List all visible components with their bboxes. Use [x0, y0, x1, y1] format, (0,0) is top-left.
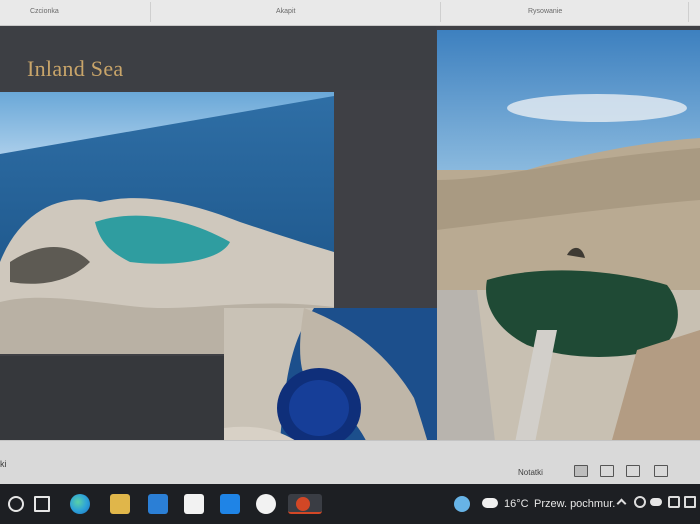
edge-icon[interactable]	[70, 494, 90, 514]
ribbon-separator	[688, 2, 689, 22]
wifi-icon[interactable]	[634, 496, 646, 508]
task-view-icon[interactable]	[34, 496, 50, 512]
powerpoint-icon	[296, 497, 310, 511]
powerpoint-taskbar-button[interactable]	[288, 494, 322, 514]
ribbon-group-paragraph[interactable]: Akapit	[276, 8, 295, 15]
amazon-icon[interactable]	[184, 494, 204, 514]
screen: Czcionka Akapit Rysowanie Inland Sea ki …	[0, 0, 700, 524]
ribbon-group-font[interactable]: Czcionka	[30, 8, 59, 15]
ribbon-separator	[440, 2, 441, 22]
display-icon[interactable]	[684, 496, 696, 508]
dropbox-icon[interactable]	[220, 494, 240, 514]
reading-view-icon[interactable]	[626, 465, 640, 477]
onedrive-cloud-icon[interactable]	[650, 498, 662, 506]
file-explorer-icon[interactable]	[110, 494, 130, 514]
chevron-up-icon[interactable]	[616, 498, 627, 509]
normal-view-icon[interactable]	[574, 465, 588, 477]
taskbar: 16°C Przew. pochmur.	[0, 484, 700, 524]
status-text: ki	[0, 459, 7, 469]
slide-canvas: Inland Sea	[0, 26, 700, 460]
mail-icon[interactable]	[148, 494, 168, 514]
globe-icon[interactable]	[454, 496, 470, 512]
slide[interactable]: Inland Sea	[0, 26, 700, 460]
notes-button[interactable]: Notatki	[518, 468, 543, 477]
slide-title[interactable]: Inland Sea	[27, 56, 123, 82]
weather-description[interactable]: Przew. pochmur.	[534, 498, 615, 510]
slide-sorter-icon[interactable]	[600, 465, 614, 477]
inland-sea-cliffs-photo[interactable]	[437, 30, 700, 458]
weather-temperature[interactable]: 16°C	[504, 498, 529, 510]
status-bar: ki Notatki	[0, 440, 700, 484]
search-icon[interactable]	[8, 496, 24, 512]
github-icon[interactable]	[256, 494, 276, 514]
ribbon: Czcionka Akapit Rysowanie	[0, 0, 700, 26]
slide-dark-panel	[0, 356, 224, 440]
blue-hole-photo[interactable]	[224, 308, 446, 460]
slideshow-icon[interactable]	[654, 465, 668, 477]
cloud-icon	[482, 498, 498, 508]
ribbon-separator	[150, 2, 151, 22]
battery-icon[interactable]	[668, 496, 680, 508]
ribbon-group-drawing[interactable]: Rysowanie	[528, 8, 562, 15]
